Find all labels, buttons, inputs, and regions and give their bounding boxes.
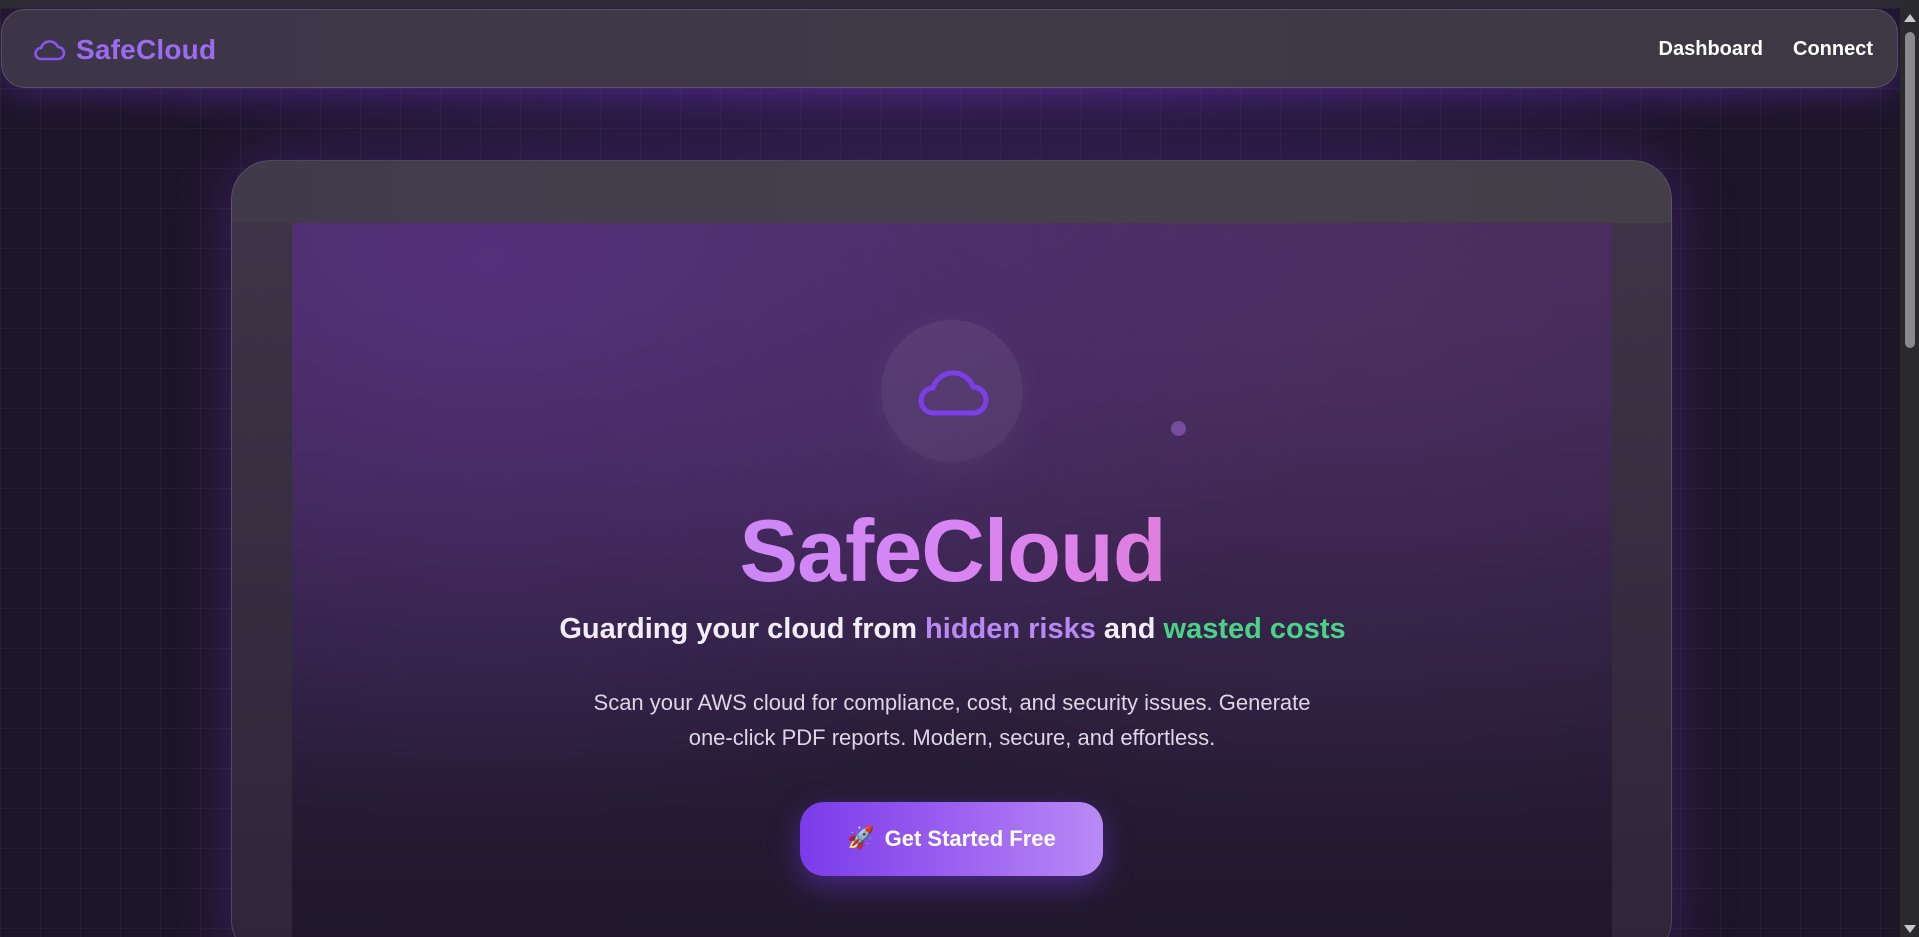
hero-top-band bbox=[232, 161, 1671, 223]
tagline-prefix: Guarding your cloud from bbox=[559, 613, 926, 645]
nav-link-connect[interactable]: Connect bbox=[1793, 38, 1873, 61]
nav-links: Dashboard Connect bbox=[1659, 10, 1873, 89]
get-started-button[interactable]: 🚀 Get Started Free bbox=[800, 802, 1103, 876]
hero-card: SafeCloud Guarding your cloud from hidde… bbox=[231, 160, 1672, 937]
tagline-highlight-risks: hidden risks bbox=[925, 613, 1096, 645]
brand-logo[interactable]: SafeCloud bbox=[32, 10, 216, 89]
tagline-highlight-costs: wasted costs bbox=[1163, 613, 1346, 645]
rocket-icon: 🚀 bbox=[847, 826, 875, 851]
cloud-icon bbox=[32, 38, 66, 62]
scroll-up-arrow-icon[interactable] bbox=[1904, 14, 1916, 22]
scrollbar-thumb[interactable] bbox=[1905, 32, 1915, 348]
tagline-middle: and bbox=[1095, 613, 1164, 645]
navbar: SafeCloud Dashboard Connect bbox=[1, 9, 1898, 88]
cloud-icon bbox=[913, 363, 991, 419]
hero-icon-badge bbox=[881, 320, 1023, 462]
hero-description: Scan your AWS cloud for compliance, cost… bbox=[593, 690, 1311, 750]
browser-top-strip bbox=[0, 0, 1919, 8]
get-started-label: Get Started Free bbox=[884, 826, 1056, 851]
vertical-scrollbar[interactable] bbox=[1900, 8, 1919, 937]
brand-name: SafeCloud bbox=[76, 33, 217, 65]
scroll-down-arrow-icon[interactable] bbox=[1904, 925, 1916, 933]
nav-link-dashboard[interactable]: Dashboard bbox=[1659, 38, 1763, 61]
hero-title: SafeCloud bbox=[232, 501, 1671, 601]
hero-tagline: Guarding your cloud from hidden risks an… bbox=[232, 613, 1671, 646]
decorative-dot bbox=[1171, 421, 1186, 436]
